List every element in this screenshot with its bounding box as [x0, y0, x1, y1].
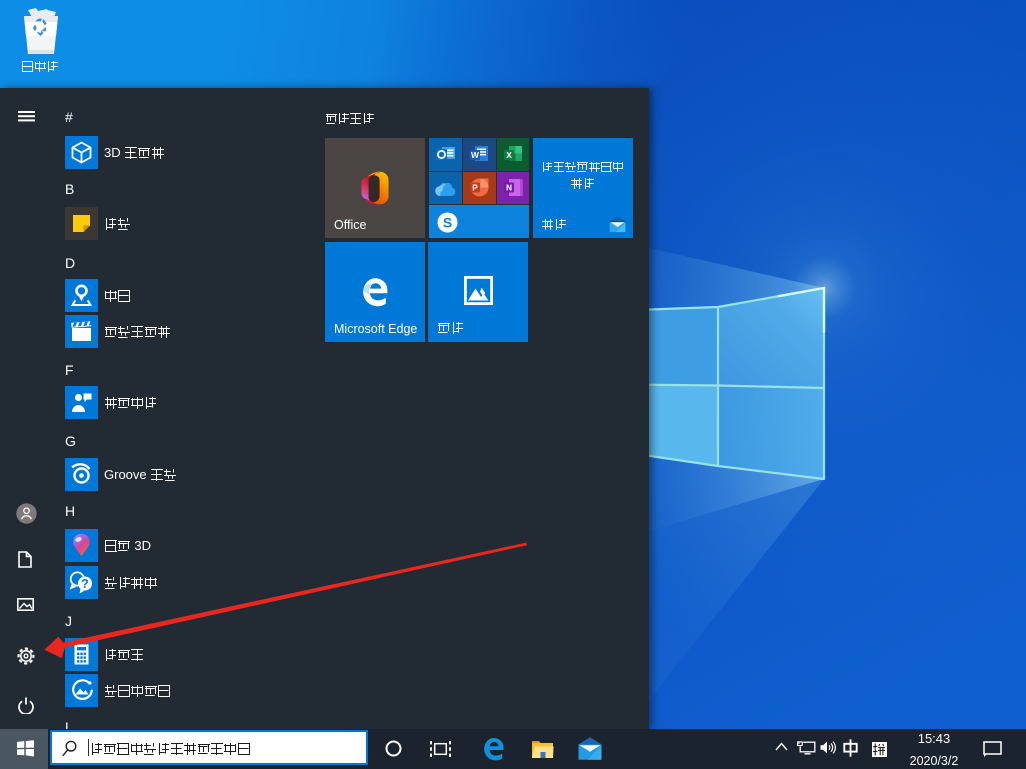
svg-text:S: S [443, 214, 452, 230]
svg-text:N: N [506, 182, 512, 192]
svg-text:X: X [506, 150, 512, 160]
svg-text:W: W [471, 150, 479, 160]
svg-text:P: P [472, 182, 478, 192]
